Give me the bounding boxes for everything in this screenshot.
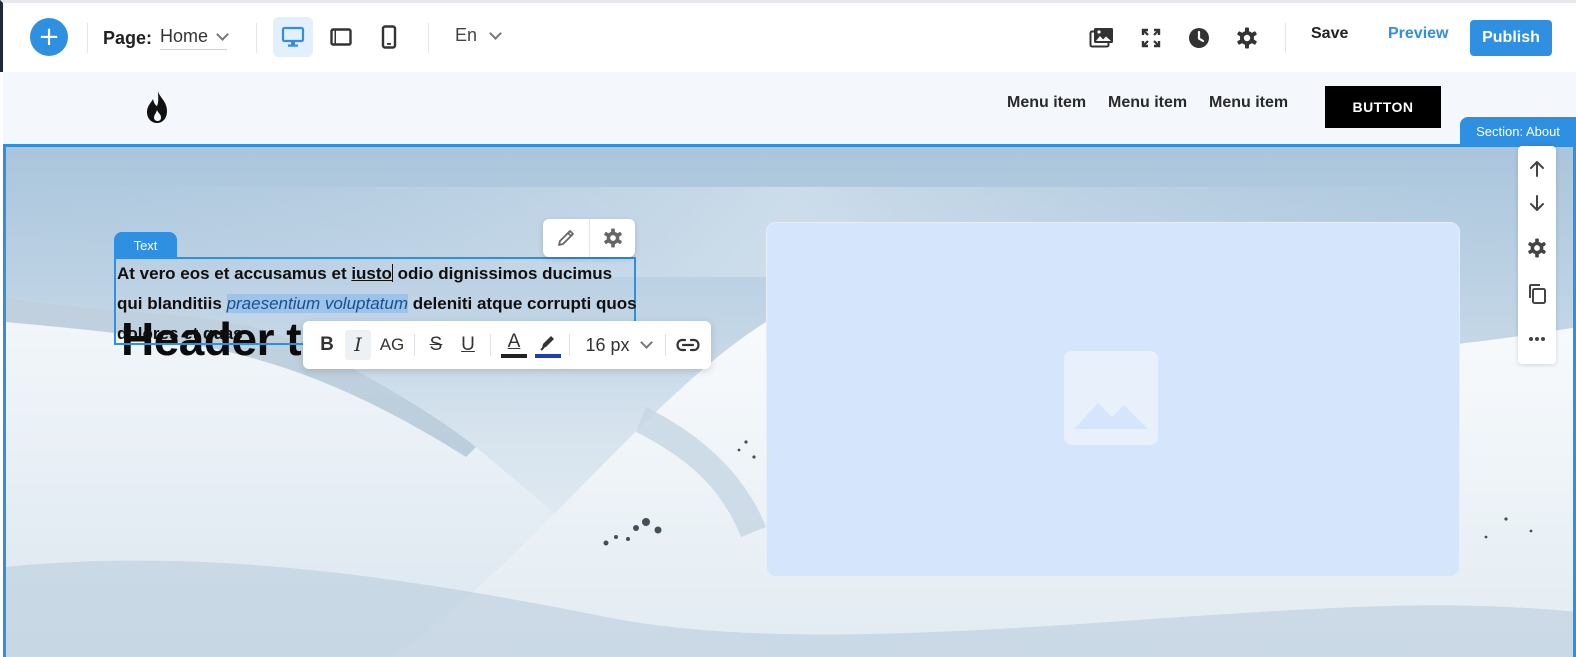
italic-button[interactable]: I [345,330,371,360]
bold-button[interactable]: B [315,321,339,369]
header-cta-button[interactable]: BUTTON [1325,86,1441,128]
element-settings-button[interactable] [589,219,635,257]
element-tools [543,219,635,257]
tablet-icon [330,28,352,46]
tablet-view-button[interactable] [321,17,361,57]
selected-text: praesentium voluptatum [226,294,408,313]
chevron-down-icon [639,336,653,349]
edit-text-button[interactable] [543,219,589,257]
add-element-button[interactable]: + [30,18,68,56]
settings-icon [1237,27,1257,49]
strikethrough-button[interactable]: S [424,321,448,369]
fullscreen-button[interactable] [1136,23,1166,53]
section-settings-button[interactable] [1518,233,1556,263]
divider [87,23,88,53]
more-options-button[interactable] [1518,324,1556,354]
text-element-tag[interactable]: Text [114,232,177,258]
font-size-value: 16 px [585,334,630,355]
more-icon [1529,337,1545,341]
desktop-view-button[interactable] [273,17,313,57]
highlight-color-button[interactable] [533,321,563,369]
divider [569,334,570,356]
edit-icon [558,230,574,246]
editor-toolbar: + Page: Home En Save Preview Publish [0,0,1576,72]
highlighter-icon [540,335,554,351]
menu-item[interactable]: Menu item [1108,94,1187,112]
image-placeholder[interactable] [766,222,1460,577]
underline-button[interactable]: U [456,321,480,369]
site-settings-button[interactable] [1232,23,1262,53]
move-up-button[interactable] [1518,154,1556,184]
text-color-icon: A [507,331,521,352]
section-actions-panel [1518,146,1556,364]
fullscreen-icon [1141,28,1161,48]
preview-button[interactable]: Preview [1388,25,1448,43]
duplicate-icon [1529,284,1546,304]
about-section[interactable]: Header text [3,144,1576,657]
divider [1285,23,1286,53]
move-down-button[interactable] [1518,188,1556,218]
page-selector-value[interactable]: Home [160,26,229,50]
chevron-down-icon [489,26,502,40]
divider [428,23,429,53]
link-button[interactable] [673,321,703,369]
uppercase-button[interactable]: AG [377,321,407,369]
divider [665,334,666,356]
page-selector[interactable]: Page: Home [103,25,229,51]
settings-icon [603,228,622,248]
divider [414,334,415,356]
divider [256,23,257,53]
media-library-button[interactable] [1087,23,1117,53]
language-selector[interactable]: En [455,25,502,46]
language-value: En [455,25,478,45]
underlined-text: iusto [351,264,392,283]
settings-icon [1528,238,1546,258]
menu-item[interactable]: Menu item [1209,94,1288,112]
arrow-up-icon [1530,161,1544,177]
publish-button[interactable]: Publish [1470,20,1552,56]
highlight-color-swatch [535,353,561,358]
save-button[interactable]: Save [1311,25,1348,43]
link-icon [676,338,700,352]
text-format-toolbar: B I AG S U A 16 px [303,321,711,369]
font-size-select[interactable]: 16 px [579,321,657,369]
plus-icon: + [38,22,60,52]
page-name: Home [160,26,209,46]
history-button[interactable] [1184,23,1214,53]
mobile-view-button[interactable] [369,17,409,57]
paragraph-text: At vero eos et accusamus et [117,264,352,283]
desktop-icon [281,26,305,47]
image-placeholder-icon [1064,351,1158,445]
site-header: Menu item Menu item Menu item BUTTON [3,72,1576,144]
menu-item[interactable]: Menu item [1007,94,1086,112]
section-badge[interactable]: Section: About [1460,117,1576,145]
media-library-icon [1089,28,1113,48]
divider [490,334,491,356]
flame-icon[interactable] [143,90,173,124]
page-selector-label: Page: [103,27,153,48]
text-color-swatch [501,354,527,358]
text-color-button[interactable]: A [500,321,528,369]
duplicate-section-button[interactable] [1518,279,1556,309]
history-icon [1189,28,1209,48]
mobile-icon [381,25,397,49]
chevron-down-icon [216,27,229,41]
arrow-down-icon [1530,195,1544,211]
